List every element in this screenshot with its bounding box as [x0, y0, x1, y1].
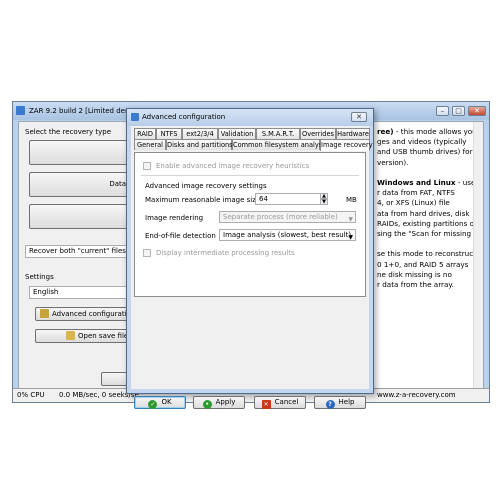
help-label: Help	[338, 398, 355, 406]
description-line: se this mode to reconstruct	[377, 249, 476, 259]
close-button[interactable]: ✕	[468, 106, 486, 116]
rendering-select[interactable]: Separate process (more reliable) ▼	[219, 211, 356, 223]
main-window-title: ZAR 9.2 build 2 [Limited demo	[29, 107, 137, 115]
advanced-configuration-button[interactable]: Advanced configurati	[35, 307, 140, 321]
description-line: 4, or XFS (Linux) file	[377, 198, 450, 208]
minimize-button[interactable]: –	[436, 106, 449, 116]
apply-label: Apply	[215, 398, 236, 406]
tab-row-2: General Disks and partitions Common file…	[134, 139, 373, 151]
advanced-configuration-label: Advanced configurati	[52, 310, 127, 318]
max-size-unit: MB	[346, 196, 357, 204]
eof-label: End-of-file detection	[145, 232, 216, 240]
help-icon: ?	[325, 400, 335, 409]
apply-icon: •	[202, 400, 212, 409]
dialog-close-button[interactable]: ✕	[351, 112, 367, 122]
display-intermediate-checkbox[interactable]	[143, 249, 151, 257]
rendering-value: Separate process (more reliable)	[223, 213, 338, 221]
description-line: ne disk missing is no	[377, 269, 452, 279]
description-line: r data from FAT, NTFS	[377, 188, 455, 198]
maximize-button[interactable]: □	[452, 106, 465, 116]
description-line: Windows and Linux - use	[377, 178, 476, 188]
description-line: version).	[377, 157, 409, 167]
recover-both-select[interactable]: Recover both "current" files and	[25, 245, 140, 258]
tab-disks-and-partitions[interactable]: Disks and partitions	[166, 139, 233, 150]
language-select[interactable]: English	[29, 286, 140, 299]
help-button[interactable]: ? Help	[314, 396, 366, 409]
cancel-x-icon: ✕	[261, 400, 271, 409]
ok-label: OK	[161, 398, 172, 406]
description-panel: ree) - this mode allows you ges and video…	[371, 122, 483, 388]
dropdown-arrow-icon: ▼	[348, 234, 353, 241]
description-line	[377, 239, 479, 249]
tab-image-recovery[interactable]: Image recovery	[320, 139, 373, 151]
checkmark-icon: ✓	[148, 400, 158, 409]
separator	[141, 175, 359, 176]
description-text: ree) - this mode allows you ges and video…	[377, 127, 479, 290]
dialog-body: RAID NTFS ext2/3/4 Validation S.M.A.R.T.…	[131, 126, 373, 409]
description-line: ata from hard drives, disk	[377, 208, 470, 218]
open-save-file-label: Open save file	[78, 332, 129, 340]
description-line: and USB thumb drives) for	[377, 147, 473, 157]
rendering-label: Image rendering	[145, 214, 204, 222]
advanced-configuration-dialog: Advanced configuration ✕ RAID NTFS ext2/…	[126, 108, 374, 409]
tab-overrides[interactable]: Overrides	[300, 128, 336, 139]
tab-smart[interactable]: S.M.A.R.T.	[256, 128, 300, 139]
display-intermediate-label: Display intermediate processing results	[156, 249, 295, 257]
tab-ntfs[interactable]: NTFS	[156, 128, 182, 139]
select-recovery-type-label: Select the recovery type	[25, 128, 112, 136]
enable-heuristics-checkbox[interactable]	[143, 162, 151, 170]
description-line	[377, 168, 479, 178]
gears-icon	[40, 309, 49, 318]
max-size-label: Maximum reasonable image size	[145, 196, 261, 204]
eof-select[interactable]: Image analysis (slowest, best result) ▼	[219, 229, 356, 241]
description-line: ges and videos (typically	[377, 137, 467, 147]
description-line: RAIDs, existing partitions or	[377, 218, 477, 228]
enable-heuristics-label: Enable advanced image recovery heuristic…	[156, 162, 310, 170]
dialog-title: Advanced configuration	[142, 113, 226, 121]
status-cpu: 0% CPU	[17, 391, 45, 399]
tab-row-1: RAID NTFS ext2/3/4 Validation S.M.A.R.T.…	[134, 128, 370, 139]
dialog-titlebar[interactable]: Advanced configuration ✕	[127, 109, 373, 126]
status-url[interactable]: www.z-a-recovery.com	[377, 391, 456, 399]
description-line: 0 1+0, and RAID 5 arrays	[377, 259, 469, 269]
description-line: sing the "Scan for missing	[377, 229, 472, 239]
dropdown-arrow-icon: ▼	[348, 216, 353, 223]
tab-general[interactable]: General	[134, 139, 166, 150]
description-line: ree) - this mode allows you	[377, 127, 477, 136]
app-icon	[16, 106, 25, 115]
tab-hardware[interactable]: Hardware	[336, 128, 370, 139]
description-scrollbar[interactable]	[473, 122, 483, 388]
tab-raid[interactable]: RAID	[134, 128, 156, 139]
cancel-button[interactable]: ✕ Cancel	[254, 396, 306, 409]
spin-down-icon[interactable]: ▼	[320, 199, 328, 205]
section-label: Advanced image recovery settings	[145, 182, 267, 190]
settings-label: Settings	[25, 273, 54, 281]
apply-button[interactable]: • Apply	[193, 396, 245, 409]
tab-ext234[interactable]: ext2/3/4	[182, 128, 218, 139]
max-size-input[interactable]: 64	[255, 193, 327, 205]
cancel-label: Cancel	[274, 398, 299, 406]
ok-button[interactable]: ✓ OK	[134, 396, 186, 409]
tab-validation[interactable]: Validation	[218, 128, 256, 139]
folder-icon	[66, 331, 75, 340]
dialog-icon	[131, 113, 139, 121]
open-save-file-button[interactable]: Open save file	[35, 329, 140, 343]
description-line: r data from the array.	[377, 280, 454, 290]
tab-common-filesystem-analysis[interactable]: Common filesystem analysis	[232, 139, 327, 150]
image-recovery-panel: Enable advanced image recovery heuristic…	[134, 152, 366, 297]
eof-value: Image analysis (slowest, best result)	[223, 231, 352, 239]
